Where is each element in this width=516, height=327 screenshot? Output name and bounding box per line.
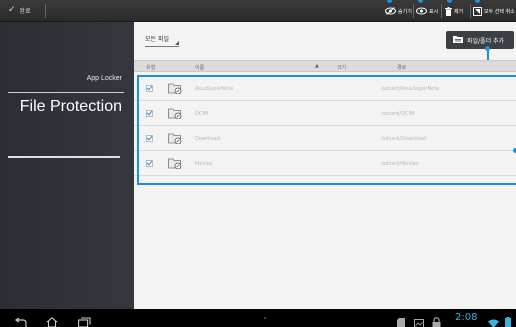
add-file-folder-button[interactable]: 파일/폴더 추가 (446, 31, 514, 49)
side-panel: App Locker File Protection (0, 22, 134, 309)
divider (441, 4, 442, 18)
deselect-all-icon (473, 6, 482, 16)
column-type[interactable]: 유형 (146, 64, 155, 71)
trash-icon (445, 6, 452, 16)
divider (413, 4, 414, 18)
hide-label: 숨기기 (398, 8, 412, 15)
gallery-icon (414, 313, 424, 327)
nav-indicator (264, 317, 266, 319)
app-name: App Locker (86, 75, 122, 82)
callout-marker (387, 0, 392, 3)
show-label: 표시 (429, 8, 439, 15)
divider (8, 92, 124, 93)
done-label: 완료 (19, 8, 31, 15)
action-bar: ✓ 완료 숨기기 표시 제거 모두 선택 취소 (0, 0, 516, 22)
column-path[interactable]: 경로 (397, 64, 406, 71)
page-title: File Protection (19, 98, 122, 115)
remove-label: 제거 (454, 8, 464, 15)
selection-highlight (137, 75, 516, 185)
battery-icon (505, 313, 511, 327)
divider (8, 156, 120, 158)
home-icon[interactable] (46, 313, 58, 327)
show-button[interactable]: 표시 (416, 5, 438, 17)
callout-marker (447, 0, 452, 3)
table-header: 유형 이름 ▲ 크기 경로 (134, 60, 516, 72)
filter-label: 모든 파일 (145, 36, 169, 43)
clock: 2:08 (455, 312, 478, 323)
system-nav-bar: 2:08 (0, 309, 516, 327)
lock-icon (432, 313, 441, 327)
eye-show-icon (416, 7, 427, 15)
folder-add-icon (453, 35, 463, 45)
check-icon: ✓ (8, 5, 16, 15)
back-icon[interactable] (14, 313, 28, 327)
sd-card-icon (397, 313, 405, 327)
file-filter-dropdown[interactable]: 모든 파일 (145, 34, 179, 47)
dropdown-arrow-icon (175, 41, 179, 45)
callout-marker (418, 0, 423, 3)
done-button[interactable]: ✓ 완료 (8, 5, 31, 16)
wifi-icon (488, 313, 499, 327)
eye-hide-icon (385, 7, 396, 15)
column-name[interactable]: 이름 (195, 64, 204, 71)
file-list-panel: 모든 파일 파일/폴더 추가 유형 이름 ▲ 크기 경로 AsusSuperNo… (134, 22, 516, 309)
remove-button[interactable]: 제거 (445, 5, 463, 17)
deselect-all-button[interactable]: 모두 선택 취소 (473, 5, 515, 17)
hide-button[interactable]: 숨기기 (385, 5, 412, 17)
divider (470, 4, 471, 18)
recent-apps-icon[interactable] (78, 313, 91, 327)
add-button-label: 파일/폴더 추가 (467, 37, 505, 45)
callout-marker (475, 0, 480, 3)
deselect-all-label: 모두 선택 취소 (484, 8, 515, 15)
divider (45, 4, 46, 18)
sort-ascending-icon: ▲ (315, 63, 319, 69)
column-size[interactable]: 크기 (337, 64, 346, 71)
